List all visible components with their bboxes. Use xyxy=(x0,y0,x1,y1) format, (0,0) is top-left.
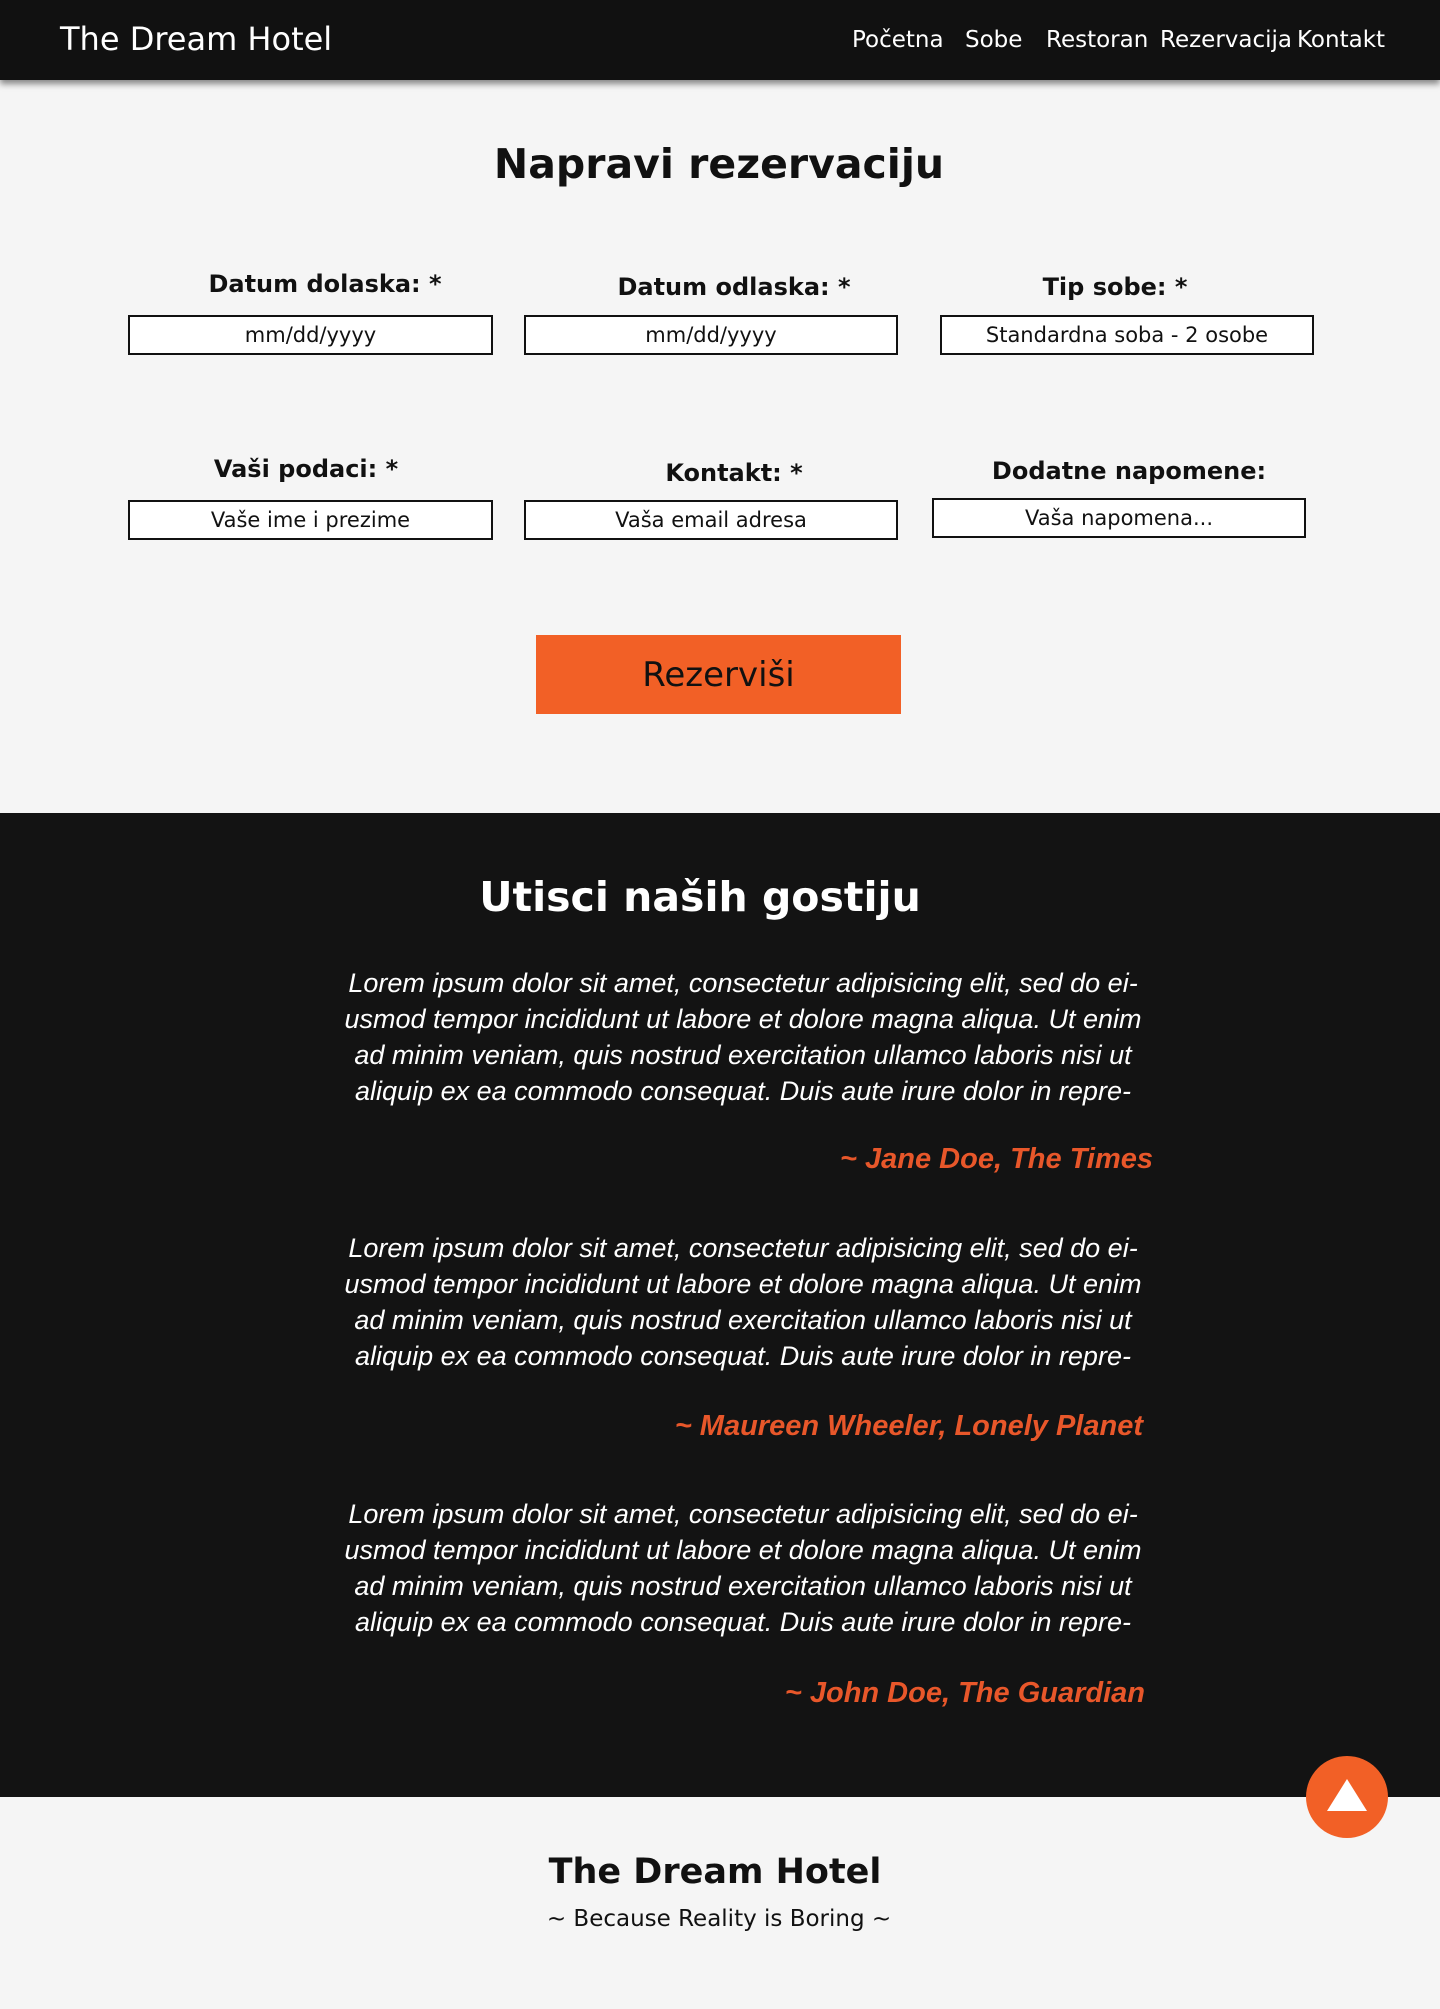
testimonials-title: Utisci naših gostiju xyxy=(479,873,921,921)
arrow-up-triangle-icon xyxy=(1327,1779,1367,1811)
arrival-date-input[interactable]: mm/dd/yyyy xyxy=(128,315,493,355)
nav-links: Početna Sobe Restoran Rezervacija Kontak… xyxy=(0,27,1440,57)
testimonial-author: ~ John Doe, The Guardian xyxy=(784,1677,1145,1709)
testimonial-quote: Lorem ipsum dolor sit amet, consectetur … xyxy=(344,1233,1142,1371)
room-type-label: Tip sobe: * xyxy=(1042,273,1188,301)
testimonials-section: Utisci naših gostiju Lorem ipsum dolor s… xyxy=(0,813,1440,1797)
room-type-select[interactable]: Standardna soba - 2 osobe xyxy=(940,315,1314,355)
testimonial-author: ~ Maureen Wheeler, Lonely Planet xyxy=(674,1410,1143,1442)
email-input[interactable]: Vaša email adresa xyxy=(524,500,898,540)
reserve-button[interactable]: Rezerviši xyxy=(536,635,901,714)
nav-link-sobe[interactable]: Sobe xyxy=(965,27,1022,53)
personal-data-label: Vaši podaci: * xyxy=(213,455,399,483)
notes-label: Dodatne napomene: xyxy=(991,457,1267,485)
notes-input[interactable]: Vaša napomena... xyxy=(932,498,1306,538)
top-navbar: The Dream Hotel Početna Sobe Restoran Re… xyxy=(0,0,1440,80)
arrival-date-label: Datum dolaska: * xyxy=(208,270,442,298)
full-name-input[interactable]: Vaše ime i prezime xyxy=(128,500,493,540)
departure-date-input[interactable]: mm/dd/yyyy xyxy=(524,315,898,355)
contact-label: Kontakt: * xyxy=(665,459,803,487)
nav-link-rezervacija[interactable]: Rezervacija xyxy=(1160,27,1292,53)
testimonial-quote: Lorem ipsum dolor sit amet, consectetur … xyxy=(344,968,1142,1106)
nav-link-kontakt[interactable]: Kontakt xyxy=(1297,27,1385,53)
testimonial-author: ~ Jane Doe, The Times xyxy=(840,1143,1153,1175)
nav-link-pocetna[interactable]: Početna xyxy=(852,27,944,53)
reservation-title: Napravi rezervaciju xyxy=(493,140,945,188)
scroll-to-top-button[interactable] xyxy=(1306,1756,1388,1838)
testimonial-quote: Lorem ipsum dolor sit amet, consectetur … xyxy=(344,1499,1142,1637)
footer-title: The Dream Hotel xyxy=(548,1852,882,1892)
nav-link-restoran[interactable]: Restoran xyxy=(1046,27,1148,53)
footer-tagline: ~ Because Reality is Boring ~ xyxy=(546,1906,892,1932)
departure-date-label: Datum odlaska: * xyxy=(617,273,851,301)
